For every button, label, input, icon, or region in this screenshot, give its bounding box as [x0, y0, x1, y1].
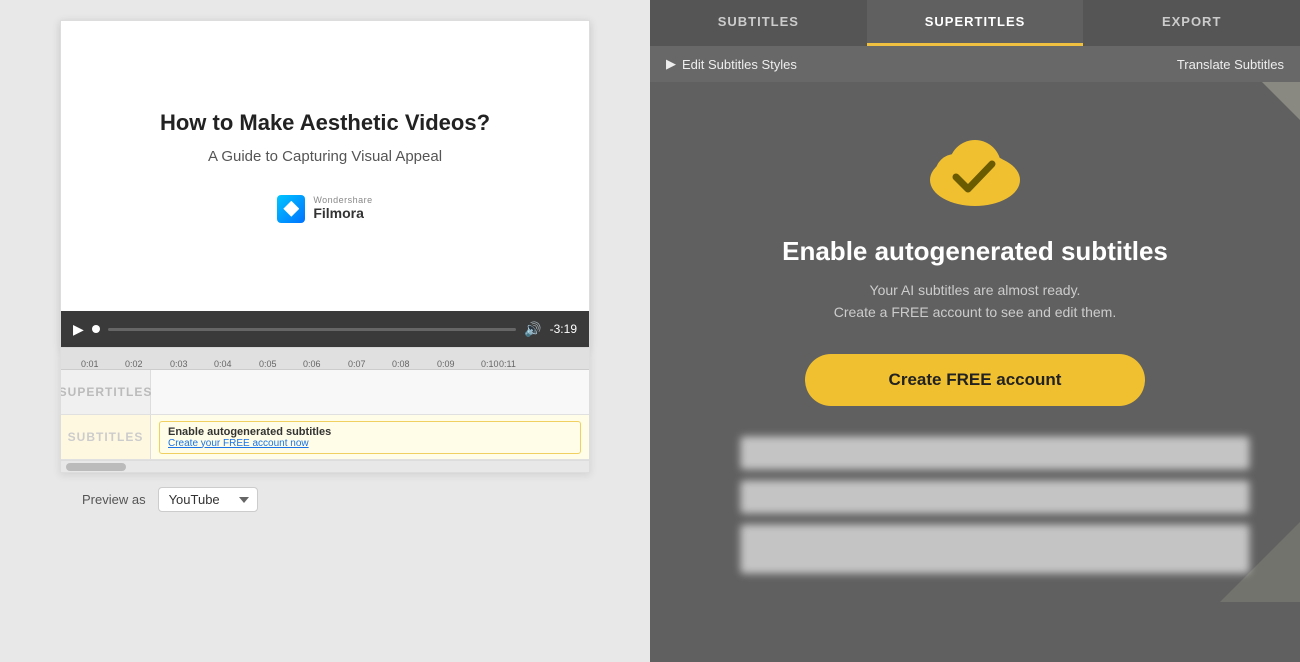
preview-select[interactable]: YouTube Facebook Twitter Instagram TikTo…	[158, 487, 258, 512]
subtitles-track[interactable]: Enable autogenerated subtitles Create yo…	[151, 415, 589, 459]
edit-styles-button[interactable]: ▶ Edit Subtitles Styles	[666, 56, 797, 72]
video-title: How to Make Aesthetic Videos?	[160, 109, 490, 138]
chevron-right-icon: ▶	[666, 56, 676, 72]
timeline-container: 0:01 0:02 0:03 0:04 0:05 0:06 0:07 0:08 …	[60, 348, 590, 473]
clip-title: Enable autogenerated subtitles	[168, 426, 572, 438]
play-button[interactable]: ▶	[73, 321, 84, 338]
video-player: How to Make Aesthetic Videos? A Guide to…	[60, 20, 590, 348]
supertitles-track-row: SUPERTITLES	[61, 370, 589, 415]
ruler-mark-9: 0:09	[437, 359, 455, 369]
enable-title: Enable autogenerated subtitles	[782, 236, 1168, 267]
subtitles-label: SUBTITLES	[61, 415, 151, 459]
main-content: Enable autogenerated subtitles Your AI s…	[650, 82, 1300, 662]
ruler-mark-11: 0:11	[499, 359, 516, 369]
ruler-mark-7: 0:07	[348, 359, 366, 369]
enable-desc-line1: Your AI subtitles are almost ready.	[870, 282, 1081, 298]
ruler-mark-10: 0:10	[481, 359, 499, 369]
progress-dot	[92, 325, 100, 333]
form-row-3	[700, 524, 1250, 574]
ruler-mark-6: 0:06	[303, 359, 321, 369]
subtitles-track-row: SUBTITLES Enable autogenerated subtitles…	[61, 415, 589, 460]
ruler-mark-2: 0:02	[125, 359, 143, 369]
form-input-1	[740, 436, 1250, 470]
ruler-mark-1: 0:01	[81, 359, 99, 369]
time-display: -3:19	[550, 322, 577, 336]
form-row-1	[700, 436, 1250, 470]
tab-export[interactable]: EXPORT	[1083, 0, 1300, 46]
tab-supertitles[interactable]: SUPERTITLES	[867, 0, 1084, 46]
filmora-icon-shape	[283, 201, 299, 217]
progress-bar[interactable]	[108, 328, 516, 331]
translate-button[interactable]: Translate Subtitles	[1177, 57, 1284, 72]
supertitles-track[interactable]	[151, 370, 589, 414]
timeline-scrollbar[interactable]	[61, 460, 589, 472]
edit-styles-label: Edit Subtitles Styles	[682, 57, 797, 72]
preview-label: Preview as	[82, 492, 146, 507]
form-row-2	[700, 480, 1250, 514]
enable-desc-line2: Create a FREE account to see and edit th…	[834, 304, 1117, 320]
form-input-2	[740, 480, 1250, 514]
blurred-form	[670, 436, 1280, 584]
create-account-button[interactable]: Create FREE account	[805, 354, 1145, 406]
video-content: How to Make Aesthetic Videos? A Guide to…	[61, 21, 589, 311]
filmora-icon	[277, 195, 305, 223]
ruler-mark-4: 0:04	[214, 359, 232, 369]
form-textarea	[740, 524, 1250, 574]
ruler-mark-8: 0:08	[392, 359, 410, 369]
scrollbar-thumb[interactable]	[66, 463, 126, 471]
tab-bar: SUBTITLES SUPERTITLES EXPORT	[650, 0, 1300, 46]
filmora-text: Wondershare Filmora	[313, 196, 372, 221]
video-controls: ▶ 🔊 -3:19	[61, 311, 589, 347]
ruler-mark-5: 0:05	[259, 359, 277, 369]
right-panel: SUBTITLES SUPERTITLES EXPORT ▶ Edit Subt…	[650, 0, 1300, 662]
filmora-label: Filmora	[313, 206, 372, 221]
left-panel: How to Make Aesthetic Videos? A Guide to…	[0, 0, 650, 662]
preview-section: Preview as YouTube Facebook Twitter Inst…	[82, 487, 258, 512]
timeline-ruler: 0:01 0:02 0:03 0:04 0:05 0:06 0:07 0:08 …	[61, 348, 589, 370]
volume-icon[interactable]: 🔊	[524, 321, 541, 338]
ruler-mark-3: 0:03	[170, 359, 188, 369]
clip-link[interactable]: Create your FREE account now	[168, 438, 572, 449]
supertitles-label: SUPERTITLES	[61, 370, 151, 414]
cloud-check-icon	[920, 122, 1030, 212]
video-subtitle: A Guide to Capturing Visual Appeal	[208, 148, 442, 165]
sub-toolbar: ▶ Edit Subtitles Styles Translate Subtit…	[650, 46, 1300, 82]
filmora-logo: Wondershare Filmora	[277, 195, 372, 223]
enable-desc: Your AI subtitles are almost ready. Crea…	[834, 279, 1117, 324]
subtitle-clip: Enable autogenerated subtitles Create yo…	[159, 421, 581, 454]
tab-subtitles[interactable]: SUBTITLES	[650, 0, 867, 46]
